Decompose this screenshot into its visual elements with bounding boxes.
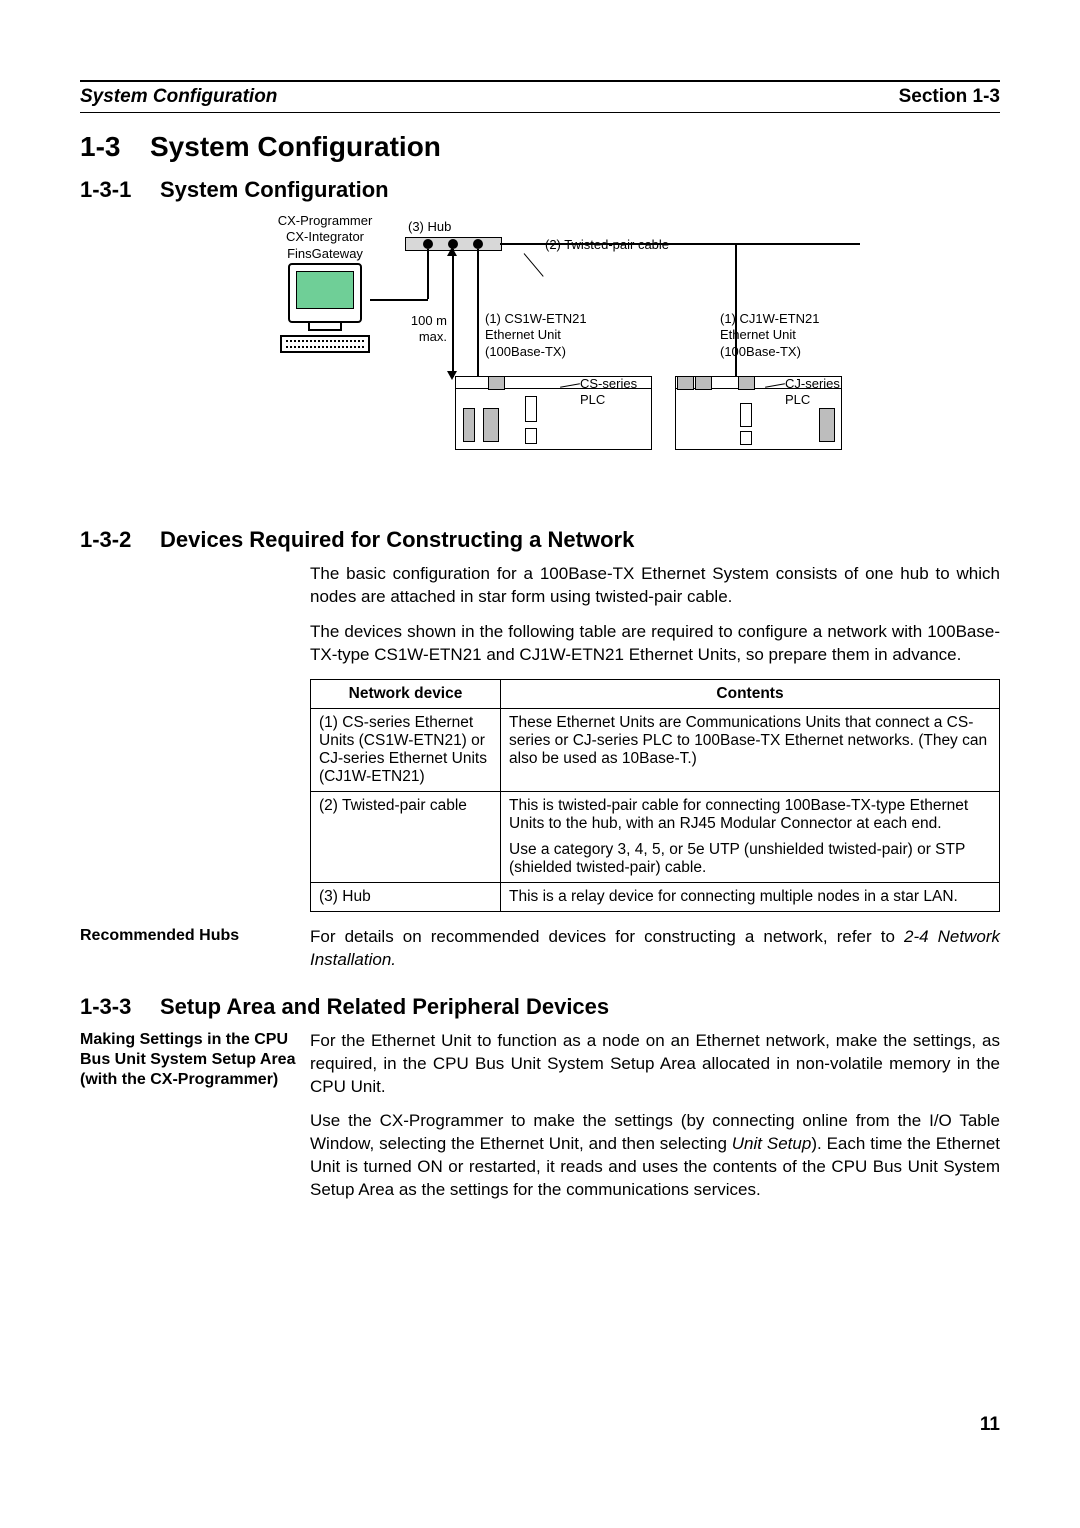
subsection-title: Devices Required for Constructing a Netw… [160,527,634,552]
subsection-title: Setup Area and Related Peripheral Device… [160,994,609,1019]
diagram-plc-slot [525,396,537,422]
diagram-label-software2: CX-Integrator [270,229,380,245]
setup-paragraph-1: For the Ethernet Unit to function as a n… [310,1030,1000,1099]
table-row: (1) CS-series Ethernet Units (CS1W-ETN21… [311,708,1000,791]
table-cell-device: (3) Hub [311,882,501,911]
diagram-label-cj1: (1) CJ1W-ETN21 [720,311,819,327]
diagram-label-cs1: (1) CS1W-ETN21 [485,311,587,327]
subsection-number: 1-3-3 [80,994,160,1020]
running-title-left: System Configuration [80,86,277,108]
diagram-plc-slot [483,408,499,442]
diagram-label-cj2: Ethernet Unit [720,327,819,343]
subsection-heading-1-3-3: 1-3-3Setup Area and Related Peripheral D… [80,994,1000,1020]
table-cell-device: (2) Twisted-pair cable [311,791,501,882]
network-devices-table: Network device Contents (1) CS-series Et… [310,679,1000,912]
setup-paragraph-2: Use the CX-Programmer to make the settin… [310,1110,1000,1202]
side-label-setup-area: Making Settings in the CPU Bus Unit Syst… [80,1030,310,1215]
section-heading-1-3: 1-3System Configuration [80,131,1000,163]
recommended-hubs-text-body: For details on recommended devices for c… [310,927,904,946]
page-number: 11 [80,1414,1000,1436]
diagram-line [452,249,454,377]
diagram-label-plccj1: CJ-series [785,376,840,392]
diagram-plc-slot [463,408,475,442]
diagram-plc-slot [488,376,505,390]
diagram-plc-slot [740,403,752,427]
diagram-line [524,253,544,277]
diagram-label-plccj2: PLC [785,392,840,408]
subsection-title: System Configuration [160,177,389,202]
intro-paragraph-2: The devices shown in the following table… [310,621,1000,667]
diagram-label-software3: FinsGateway [270,246,380,262]
section-number: 1-3 [80,131,150,163]
diagram-plc-slot [677,376,694,390]
intro-paragraph-1: The basic configuration for a 100Base-TX… [310,563,1000,609]
table-row: (3) Hub This is a relay device for conne… [311,882,1000,911]
table-row: (2) Twisted-pair cable This is twisted-p… [311,791,1000,882]
diagram-label-cs2: Ethernet Unit [485,327,587,343]
diagram-plc-slot [525,428,537,444]
running-title-right: Section 1-3 [899,86,1000,108]
diagram-plc-slot [695,376,712,390]
table-cell-device: (1) CS-series Ethernet Units (CS1W-ETN21… [311,708,501,791]
subsection-number: 1-3-1 [80,177,160,203]
table-cell-contents: This is twisted-pair cable for connectin… [501,791,1000,882]
table-cell-contents: This is a relay device for connecting mu… [501,882,1000,911]
recommended-hubs-text: For details on recommended devices for c… [310,926,1000,972]
setup-p2-b: Unit Setup [732,1134,812,1153]
diagram-label-cable: (2) Twisted-pair cable [545,237,669,253]
table-cell-text-a: This is twisted-pair cable for connectin… [509,797,991,833]
subsection-heading-1-3-1: 1-3-1System Configuration [80,177,1000,203]
diagram-line [477,249,479,382]
diagram-label-hub: (3) Hub [408,219,451,235]
diagram-label-distance1: 100 m [405,313,447,329]
diagram-label-plccs1: CS-series [580,376,637,392]
table-cell-contents: These Ethernet Units are Communications … [501,708,1000,791]
diagram-plc-slot [738,376,755,390]
table-cell-text-b: Use a category 3, 4, 5, or 5e UTP (unshi… [509,841,991,877]
diagram-label-distance2: max. [405,329,447,345]
side-label-recommended-hubs: Recommended Hubs [80,926,310,984]
subsection-number: 1-3-2 [80,527,160,553]
diagram-plc-slot [819,408,835,442]
diagram-label-cs3: (100Base-TX) [485,344,587,360]
diagram-hub-port [473,239,483,249]
diagram-label-software1: CX-Programmer [270,213,380,229]
table-header-contents: Contents [501,679,1000,708]
table-header-device: Network device [311,679,501,708]
table-header-row: Network device Contents [311,679,1000,708]
subsection-heading-1-3-2: 1-3-2Devices Required for Constructing a… [80,527,1000,553]
diagram-hub-port [423,239,433,249]
diagram-line [370,299,428,301]
section-title: System Configuration [150,131,441,162]
computer-icon [280,263,370,353]
arrow-up-icon [447,247,457,256]
system-configuration-diagram: CX-Programmer CX-Integrator FinsGateway … [180,213,1000,503]
diagram-plc-slot [740,431,752,445]
diagram-line [427,249,429,299]
diagram-label-cj3: (100Base-TX) [720,344,819,360]
diagram-label-plccs2: PLC [580,392,637,408]
